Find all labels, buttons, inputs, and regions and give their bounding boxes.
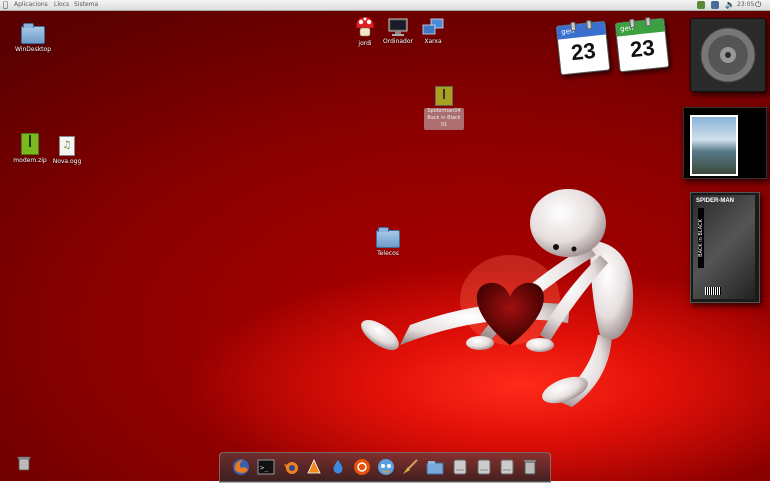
photo-frame-widget[interactable]	[683, 107, 767, 179]
display-tray-icon[interactable]	[711, 1, 719, 9]
icon-label: Telecos	[377, 250, 399, 257]
ring-icon	[586, 19, 593, 30]
barcode-icon	[705, 287, 721, 295]
desktop-icon-jordi[interactable]: jordi	[347, 16, 383, 47]
desktop-icon-telecos[interactable]: Telecos	[372, 226, 404, 257]
broom-icon[interactable]	[401, 458, 419, 476]
ring-icon	[570, 21, 577, 32]
desktop-icon-nova-ogg[interactable]: ♫ Nova.ogg	[51, 136, 83, 165]
clock[interactable]: 23:05	[737, 0, 754, 10]
menu-sistema[interactable]: Sistema	[74, 0, 98, 10]
menu-aplicacions[interactable]: Aplicacions	[14, 0, 48, 10]
audio-file-icon: ♫	[59, 136, 75, 156]
calendar-widget-2[interactable]: gen 23	[614, 16, 670, 73]
drive-icon[interactable]	[475, 458, 493, 476]
menu-llocs[interactable]: Llocs	[54, 0, 69, 10]
folder-icon[interactable]	[426, 458, 444, 476]
calendar-day: 23	[569, 37, 597, 66]
wallpaper-figure	[361, 189, 634, 407]
folder-icon	[21, 23, 45, 44]
firefox-icon[interactable]	[232, 458, 250, 476]
water-drop-icon[interactable]	[329, 458, 347, 476]
icon-label: Nova.ogg	[52, 158, 82, 165]
vlc-icon[interactable]	[305, 458, 323, 476]
volume-icon[interactable]: 🔈	[725, 1, 735, 9]
blender-icon[interactable]	[282, 458, 300, 476]
desktop-icon-ordinador[interactable]: Ordinador	[382, 18, 414, 45]
trash-icon[interactable]	[521, 458, 539, 476]
terminal-icon[interactable]: >_	[257, 458, 275, 476]
top-panel:  Aplicacions Llocs Sistema 🔈 23:05 ⏻	[0, 0, 770, 11]
archive-icon	[435, 86, 453, 106]
apple-menu-icon[interactable]: 	[3, 0, 8, 10]
icon-label: Ordinador	[383, 38, 413, 45]
mushroom-icon	[355, 16, 375, 37]
svg-text:>_: >_	[260, 464, 269, 472]
calendar-widget-1[interactable]: gen 23	[555, 19, 611, 76]
zip-archive-icon	[21, 133, 39, 155]
computer-icon	[388, 18, 408, 36]
desktop-icon-windesktop[interactable]: WinDesktop	[12, 20, 54, 53]
desktop-background:  Aplicacions Llocs Sistema 🔈 23:05 ⏻	[0, 0, 770, 483]
icon-label: jordi	[358, 40, 372, 47]
comic-subtitle: BACK in BLACK	[698, 208, 704, 268]
ring-icon	[629, 18, 636, 29]
drive-icon[interactable]	[498, 458, 516, 476]
cd-player-widget[interactable]	[690, 18, 766, 92]
desktop-icon-xarxa[interactable]: Xarxa	[418, 18, 448, 45]
icon-label: WinDesktop	[14, 46, 51, 53]
power-icon[interactable]: ⏻	[755, 0, 761, 10]
photo-image	[690, 115, 738, 176]
desktop-icon-modem-zip[interactable]: modem.zip	[12, 133, 48, 164]
disc-icon	[700, 27, 756, 83]
icon-label-selected: Spiderman04 Back in Black 01	[424, 108, 464, 130]
dock: >_	[219, 452, 551, 483]
pidgin-icon[interactable]	[377, 458, 395, 476]
network-icon	[422, 18, 444, 35]
icon-label: Xarxa	[424, 38, 442, 45]
comic-cover-image: SPIDER-MAN BACK in BLACK	[693, 195, 755, 299]
trash-icon	[17, 456, 31, 471]
icon-label: modem.zip	[13, 157, 47, 164]
calendar-day: 23	[628, 34, 656, 63]
drive-icon[interactable]	[451, 458, 469, 476]
comic-cover-widget[interactable]: SPIDER-MAN BACK in BLACK	[690, 192, 760, 303]
comic-title: SPIDER-MAN	[696, 198, 735, 204]
desktop-icon-comic-file[interactable]: Spiderman04 Back in Black 01	[423, 86, 465, 130]
folder-icon	[376, 227, 400, 248]
ring-icon	[645, 16, 652, 27]
network-tray-icon[interactable]	[697, 1, 705, 9]
desktop-trash[interactable]	[14, 455, 34, 471]
ubuntu-icon[interactable]	[353, 458, 371, 476]
